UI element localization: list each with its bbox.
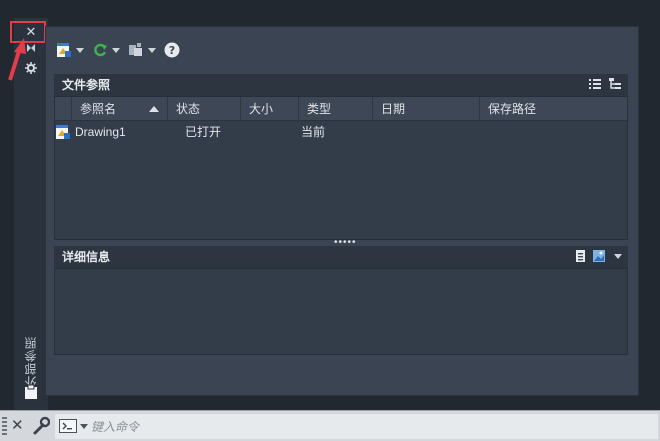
column-saved-path[interactable]: 保存路径 <box>479 97 627 121</box>
refresh-dropdown-caret[interactable] <box>112 47 120 53</box>
attach-dropdown-caret[interactable] <box>76 47 84 53</box>
column-label: 日期 <box>381 102 406 116</box>
attach-dwg-button[interactable] <box>56 42 84 58</box>
preview-icon[interactable] <box>592 249 606 263</box>
details-dropdown-caret[interactable] <box>614 253 622 259</box>
wrench-icon[interactable] <box>32 416 50 436</box>
command-input[interactable] <box>91 416 651 437</box>
column-header-row: 参照名 状态 大小 类型 日期 保存路径 <box>55 97 627 121</box>
command-input-area <box>55 414 658 439</box>
row-status: 已打开 <box>185 125 222 139</box>
xref-palette: ? 文件参照 参照名 状态 大小 类型 日期 保存路径 Drawing1 已打开… <box>45 26 639 396</box>
details-icon[interactable] <box>574 249 588 263</box>
clipboard-icon[interactable] <box>22 384 40 400</box>
attach-dwg-icon <box>57 43 71 57</box>
help-button[interactable]: ? <box>164 42 180 58</box>
file-references-title: 文件参照 <box>62 78 111 92</box>
svg-text:?: ? <box>169 44 175 57</box>
file-references-list[interactable]: 参照名 状态 大小 类型 日期 保存路径 Drawing1 已打开 当前 <box>54 96 628 240</box>
command-line-grip[interactable] <box>2 417 7 435</box>
list-view-icon[interactable] <box>588 77 602 91</box>
column-label: 状态 <box>176 102 201 116</box>
column-size[interactable]: 大小 <box>240 97 298 121</box>
column-label: 保存路径 <box>488 102 537 116</box>
xref-toolbar: ? <box>56 39 188 61</box>
details-area <box>54 268 628 355</box>
column-ref-name[interactable]: 参照名 <box>71 97 167 121</box>
file-references-header: 文件参照 <box>54 74 628 96</box>
change-path-dropdown-caret[interactable] <box>148 47 156 53</box>
red-arrow-annotation <box>8 38 26 81</box>
drawing-file-icon <box>56 125 70 139</box>
help-icon: ? <box>164 42 180 58</box>
autocad-window: ✕ 外部参照 ? 文件参照 参照名 状态 大小 类型 日期 保存路径 Drawi… <box>0 0 660 441</box>
table-row[interactable]: Drawing1 已打开 当前 <box>55 122 627 142</box>
change-path-button[interactable] <box>128 42 156 58</box>
sort-ascending-icon <box>149 106 159 112</box>
command-prompt-icon[interactable] <box>59 419 77 433</box>
column-status[interactable]: 状态 <box>167 97 240 121</box>
refresh-button[interactable] <box>92 42 120 58</box>
column-date[interactable]: 日期 <box>372 97 479 121</box>
palette-title: 外部参照 <box>24 336 38 388</box>
column-type[interactable]: 类型 <box>298 97 372 121</box>
row-type: 当前 <box>301 125 326 139</box>
tree-view-icon[interactable] <box>608 77 622 91</box>
close-icon[interactable]: ✕ <box>11 417 24 435</box>
refresh-icon <box>94 43 107 57</box>
column-label: 大小 <box>249 102 274 116</box>
row-ref-name: Drawing1 <box>75 125 126 139</box>
column-label: 参照名 <box>80 102 117 116</box>
splitter-grip-icon: ••••• <box>334 237 357 248</box>
details-header: 详细信息 <box>54 246 628 268</box>
details-title: 详细信息 <box>62 250 111 264</box>
command-line-bar: ✕ <box>0 410 660 441</box>
change-path-icon <box>129 43 142 56</box>
column-label: 类型 <box>307 102 332 116</box>
command-history-caret[interactable] <box>80 424 88 429</box>
